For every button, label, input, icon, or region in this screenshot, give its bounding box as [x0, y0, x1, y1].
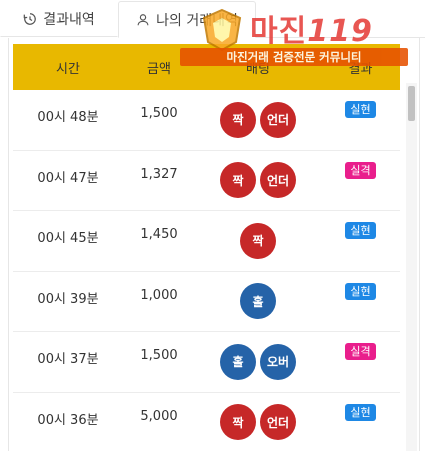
row-time: 00시 48분 [37, 110, 99, 125]
row-bets: 짝 언더 [195, 404, 321, 441]
bet-ball: 짝 [240, 222, 276, 259]
row-result: 실현 [321, 211, 400, 239]
tab-results[interactable]: 결과내역 [0, 0, 118, 37]
history-icon [23, 12, 37, 25]
tab-results-label: 결과내역 [43, 11, 95, 28]
result-badge: 실현 [345, 282, 376, 300]
row-time: 00시 39분 [37, 291, 99, 307]
bet-ball: 언더 [260, 162, 296, 199]
scrollbar-thumb[interactable] [408, 86, 415, 121]
bet-ball: 홀 [240, 283, 276, 320]
tab-bar-spacer [256, 0, 425, 38]
bet-ball: 홀 [220, 343, 256, 380]
tab-my-trades[interactable]: 나의 거래내역 [118, 1, 256, 38]
result-badge: 실현 [345, 101, 376, 118]
bet-ball: 오버 [260, 343, 296, 380]
table-row: 00시 48분 1,500 짝 언더 실현 [13, 90, 400, 151]
row-bets: 짝 [195, 222, 321, 259]
scrollbar[interactable] [406, 83, 417, 451]
table-body: 00시 48분 1,500 짝 언더 실현 00시 47분 1,327 짝 언더 실격 00시 45… [13, 90, 400, 451]
row-bets: 짝 언더 [195, 162, 321, 199]
bet-balls: 짝 언더 [195, 162, 321, 199]
row-time: 00시 45분 [37, 231, 99, 246]
row-amount: 5,000 [140, 408, 178, 424]
row-result: 실격 [321, 151, 400, 179]
bet-ball: 언더 [260, 404, 296, 441]
row-result: 실현 [321, 90, 400, 118]
row-amount: 1,450 [140, 227, 178, 242]
bet-ball: 짝 [220, 404, 256, 441]
table-header: 시간 금액 배팅 결과 [13, 44, 400, 90]
result-badge: 실현 [345, 403, 376, 421]
bet-balls: 짝 [195, 222, 321, 259]
bet-ball: 언더 [260, 101, 296, 138]
header-time: 시간 [56, 61, 80, 77]
row-bets: 짝 언더 [195, 101, 321, 138]
row-amount: 1,000 [140, 287, 178, 303]
row-bets: 홀 [195, 283, 321, 320]
result-badge: 실격 [345, 343, 376, 360]
row-result: 실현 [321, 272, 400, 300]
row-result: 실격 [321, 332, 400, 360]
row-bets: 홀 오버 [195, 343, 321, 380]
bet-balls: 짝 언더 [195, 404, 321, 441]
row-amount: 1,500 [140, 348, 178, 363]
row-time: 00시 37분 [37, 352, 99, 367]
table-row: 00시 45분 1,450 짝 실현 [13, 211, 400, 272]
row-time: 00시 47분 [37, 170, 99, 186]
bet-balls: 홀 [195, 283, 321, 320]
table-row: 00시 37분 1,500 홀 오버 실격 [13, 332, 400, 393]
table-row: 00시 39분 1,000 홀 실현 [13, 272, 400, 332]
table-row: 00시 36분 5,000 짝 언더 실현 [13, 393, 400, 451]
row-amount: 1,500 [140, 106, 178, 121]
result-badge: 실현 [345, 222, 376, 239]
header-result: 결과 [348, 61, 373, 77]
row-result: 실현 [321, 393, 400, 421]
result-badge: 실격 [345, 161, 376, 179]
row-amount: 1,327 [140, 166, 178, 182]
row-time: 00시 36분 [37, 412, 99, 428]
trades-panel: 시간 금액 배팅 결과 00시 48분 1,500 짝 언더 실현 00시 47분 1,32… [8, 38, 420, 451]
bet-ball: 짝 [220, 101, 256, 138]
bet-balls: 짝 언더 [195, 101, 321, 138]
bet-balls: 홀 오버 [195, 343, 321, 380]
table-row: 00시 47분 1,327 짝 언더 실격 [13, 151, 400, 211]
header-bet: 배팅 [246, 61, 270, 77]
header-amount: 금액 [147, 61, 171, 77]
bet-ball: 짝 [220, 162, 256, 199]
user-icon [137, 13, 149, 25]
tab-bar: 결과내역 나의 거래내역 [0, 0, 425, 38]
tab-my-trades-label: 나의 거래내역 [156, 12, 238, 29]
